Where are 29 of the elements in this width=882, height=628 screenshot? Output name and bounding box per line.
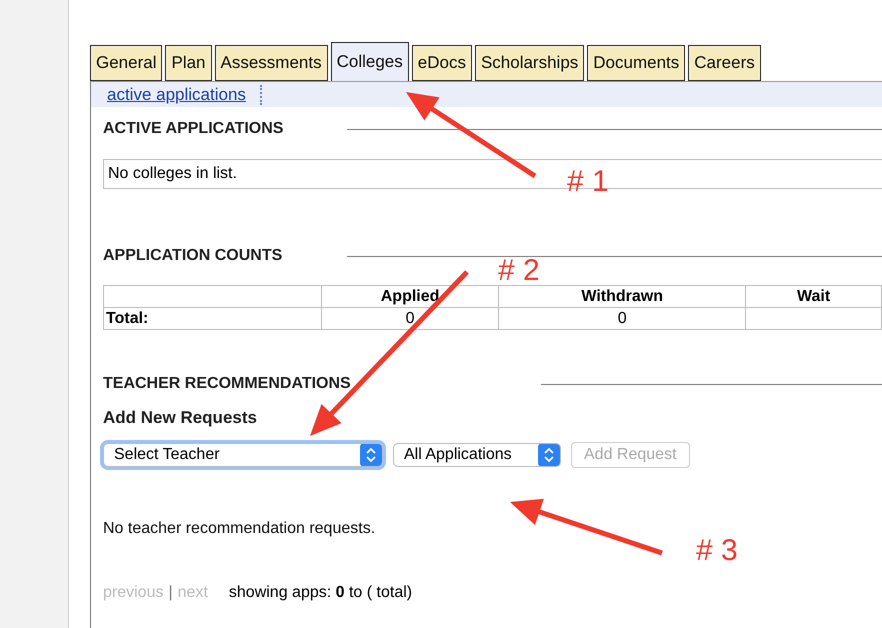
section-heading: ACTIVE APPLICATIONS <box>103 120 284 138</box>
annotation-label: # 1 <box>567 165 609 199</box>
annotation-label: # 3 <box>696 534 738 568</box>
tab[interactable]: Scholarships <box>474 45 584 81</box>
stepper-icon <box>538 444 560 466</box>
column-header: Applied <box>321 286 499 308</box>
teacher-select[interactable]: Select Teacher <box>103 443 383 467</box>
row-header: Total: <box>104 308 322 330</box>
tab[interactable]: eDocs <box>412 45 472 81</box>
tab[interactable]: Documents <box>587 45 686 81</box>
tab[interactable]: Plan <box>165 45 212 81</box>
application-select[interactable]: All Applications <box>393 443 561 467</box>
pager-status: showing apps: 0 to ( total) <box>228 584 412 602</box>
column-header: Wait <box>746 286 882 308</box>
table-cell: 0 <box>321 308 499 330</box>
tab[interactable]: Assessments <box>214 45 328 81</box>
empty-requests-message: No teacher recommendation requests. <box>103 520 376 538</box>
stepper-icon <box>360 444 382 466</box>
table-cell: 0 <box>498 308 746 330</box>
separator: | <box>168 584 173 602</box>
section-heading: TEACHER RECOMMENDATIONS <box>103 375 351 393</box>
subheading: Add New Requests <box>103 408 258 428</box>
tab[interactable]: Colleges <box>330 42 409 81</box>
subnav-link[interactable]: active applications <box>107 84 262 104</box>
tab[interactable]: General <box>90 45 162 81</box>
annotation-label: # 2 <box>498 254 540 288</box>
section-heading: APPLICATION COUNTS <box>103 247 284 265</box>
column-header: Withdrawn <box>498 286 746 308</box>
tab[interactable]: Careers <box>688 45 761 81</box>
